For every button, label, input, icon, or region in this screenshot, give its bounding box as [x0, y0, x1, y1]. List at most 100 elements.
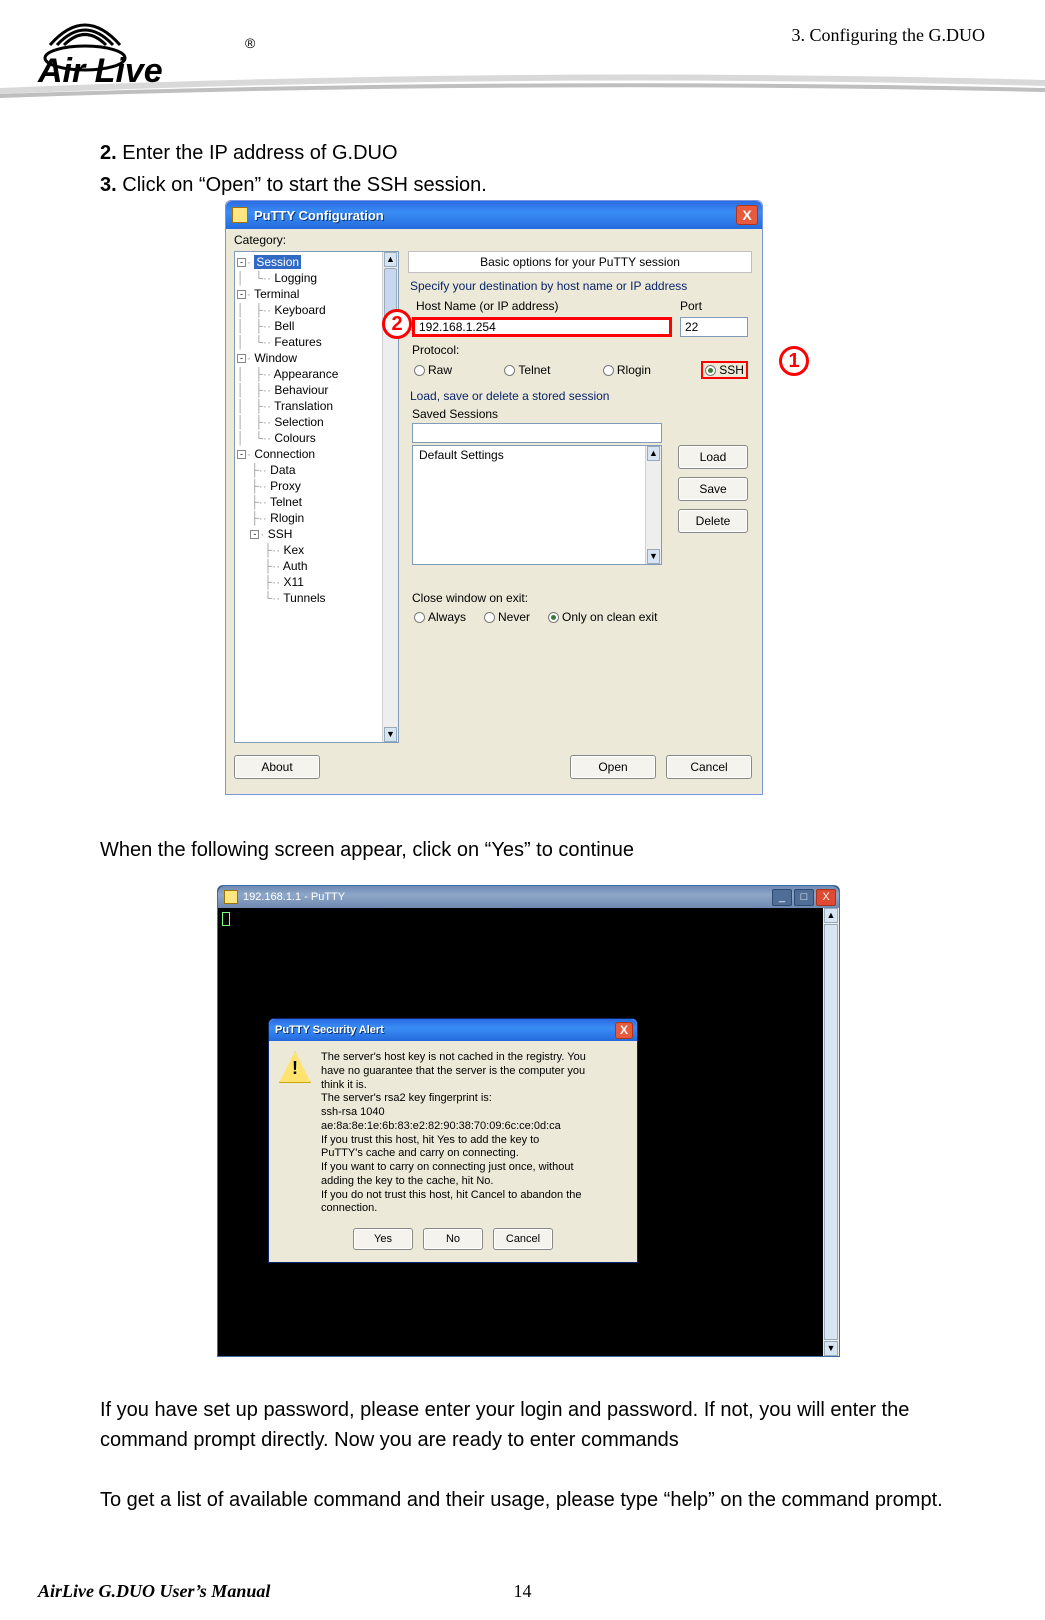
protocol-label: Protocol:	[412, 343, 752, 357]
putty-icon	[232, 207, 248, 223]
step3-num: 3.	[100, 174, 117, 196]
port-input[interactable]	[680, 317, 748, 337]
putty-terminal-window: 192.168.1.1 - PuTTY _ □ X ▲ ▼ PuTTY Secu…	[217, 885, 840, 1357]
delete-button[interactable]: Delete	[678, 509, 748, 533]
tree-connection[interactable]: Connection	[254, 447, 315, 461]
terminal-title: 192.168.1.1 - PuTTY	[243, 891, 772, 903]
collapse-icon[interactable]: -	[237, 354, 246, 363]
saved-sessions-label: Saved Sessions	[412, 407, 752, 421]
callout-1: 1	[779, 346, 809, 376]
tree-features[interactable]: Features	[274, 335, 321, 349]
no-button[interactable]: No	[423, 1228, 483, 1250]
tree-keyboard[interactable]: Keyboard	[274, 303, 325, 317]
port-label: Port	[680, 299, 748, 313]
terminal-scrollbar[interactable]: ▲ ▼	[823, 908, 839, 1356]
radio-clean-exit[interactable]: Only on clean exit	[546, 609, 659, 625]
host-input[interactable]	[412, 317, 672, 337]
radio-always[interactable]: Always	[412, 609, 468, 625]
tree-appearance[interactable]: Appearance	[274, 367, 339, 381]
tree-window[interactable]: Window	[254, 351, 297, 365]
step-2: 2. Enter the IP address of G.DUO	[100, 138, 990, 168]
scroll-up-icon[interactable]: ▲	[824, 908, 838, 923]
tree-x11[interactable]: X11	[284, 575, 304, 589]
alert-titlebar[interactable]: PuTTY Security Alert X	[269, 1019, 637, 1041]
section-destination: Specify your destination by host name or…	[410, 279, 752, 293]
cancel-button[interactable]: Cancel	[666, 755, 752, 779]
tree-colours[interactable]: Colours	[274, 431, 315, 445]
tree-kex[interactable]: Kex	[284, 543, 305, 557]
paragraph-password: If you have set up password, please ente…	[100, 1395, 990, 1455]
load-button[interactable]: Load	[678, 445, 748, 469]
section-sessions: Load, save or delete a stored session	[410, 389, 752, 403]
footer-page-number: 14	[514, 1581, 532, 1602]
svg-text:®: ®	[245, 35, 256, 51]
tree-ssh[interactable]: SSH	[268, 527, 293, 541]
minimize-icon[interactable]: _	[772, 889, 792, 906]
terminal-titlebar[interactable]: 192.168.1.1 - PuTTY _ □ X	[218, 886, 839, 908]
session-default[interactable]: Default Settings	[413, 446, 661, 464]
saved-session-input[interactable]	[412, 423, 662, 443]
tree-auth[interactable]: Auth	[283, 559, 308, 573]
scroll-up-icon[interactable]: ▲	[647, 446, 660, 461]
header-swoosh	[0, 70, 1045, 100]
close-on-exit-label: Close window on exit:	[412, 591, 752, 605]
tree-bell[interactable]: Bell	[274, 319, 294, 333]
putty-config-title: PuTTY Configuration	[254, 208, 736, 223]
putty-config-titlebar[interactable]: PuTTY Configuration X	[226, 201, 762, 229]
scroll-down-icon[interactable]: ▼	[384, 727, 397, 742]
collapse-icon[interactable]: -	[237, 258, 246, 267]
radio-rlogin[interactable]: Rlogin	[601, 362, 653, 378]
terminal-cursor	[222, 912, 230, 926]
step2-num: 2.	[100, 142, 117, 164]
tree-terminal[interactable]: Terminal	[254, 287, 299, 301]
tree-behaviour[interactable]: Behaviour	[274, 383, 328, 397]
sessions-list[interactable]: Default Settings ▲ ▼	[412, 445, 662, 565]
tree-telnet[interactable]: Telnet	[270, 495, 302, 509]
close-icon[interactable]: X	[736, 205, 758, 225]
radio-never[interactable]: Never	[482, 609, 532, 625]
open-button[interactable]: Open	[570, 755, 656, 779]
tree-proxy[interactable]: Proxy	[270, 479, 301, 493]
step-3: 3. Click on “Open” to start the SSH sess…	[100, 170, 990, 200]
yes-button[interactable]: Yes	[353, 1228, 413, 1250]
mid-instruction: When the following screen appear, click …	[100, 835, 990, 865]
radio-raw[interactable]: Raw	[412, 362, 454, 378]
sessions-scrollbar[interactable]: ▲ ▼	[645, 446, 661, 564]
radio-ssh[interactable]: SSH	[701, 361, 748, 379]
tree-tunnels[interactable]: Tunnels	[283, 591, 325, 605]
host-label: Host Name (or IP address)	[416, 299, 668, 313]
tree-data[interactable]: Data	[270, 463, 295, 477]
close-icon[interactable]: X	[816, 889, 836, 906]
paragraph-help: To get a list of available command and t…	[100, 1485, 990, 1515]
collapse-icon[interactable]: -	[237, 290, 246, 299]
about-button[interactable]: About	[234, 755, 320, 779]
terminal-body[interactable]: ▲ ▼ PuTTY Security Alert X The server's …	[218, 908, 839, 1356]
scroll-down-icon[interactable]: ▼	[824, 1341, 838, 1356]
tree-selection[interactable]: Selection	[274, 415, 323, 429]
callout-2: 2	[382, 309, 412, 339]
putty-right-pane: Basic options for your PuTTY session Spe…	[408, 251, 752, 743]
radio-telnet[interactable]: Telnet	[502, 362, 552, 378]
alert-cancel-button[interactable]: Cancel	[493, 1228, 553, 1250]
security-alert-dialog: PuTTY Security Alert X The server's host…	[268, 1018, 638, 1263]
alert-text: The server's host key is not cached in t…	[321, 1051, 625, 1216]
header-chapter: 3. Configuring the G.DUO	[792, 25, 985, 46]
putty-icon	[224, 890, 238, 904]
collapse-icon[interactable]: -	[237, 450, 246, 459]
tree-translation[interactable]: Translation	[274, 399, 333, 413]
close-icon[interactable]: X	[615, 1022, 633, 1039]
footer-manual-title: AirLive G.DUO User’s Manual	[38, 1581, 270, 1602]
category-label: Category:	[234, 233, 286, 247]
step2-text: Enter the IP address of G.DUO	[117, 142, 398, 164]
tree-session[interactable]: Session	[254, 255, 301, 269]
alert-title-text: PuTTY Security Alert	[275, 1024, 615, 1036]
save-button[interactable]: Save	[678, 477, 748, 501]
collapse-icon[interactable]: -	[250, 530, 259, 539]
scroll-up-icon[interactable]: ▲	[384, 252, 397, 267]
tree-rlogin[interactable]: Rlogin	[270, 511, 304, 525]
maximize-icon[interactable]: □	[794, 889, 814, 906]
tree-logging[interactable]: Logging	[274, 271, 317, 285]
scroll-thumb[interactable]	[824, 924, 838, 1340]
scroll-down-icon[interactable]: ▼	[647, 549, 660, 564]
category-tree[interactable]: -· Session │ └·· Logging -· Terminal │ ├…	[234, 251, 399, 743]
